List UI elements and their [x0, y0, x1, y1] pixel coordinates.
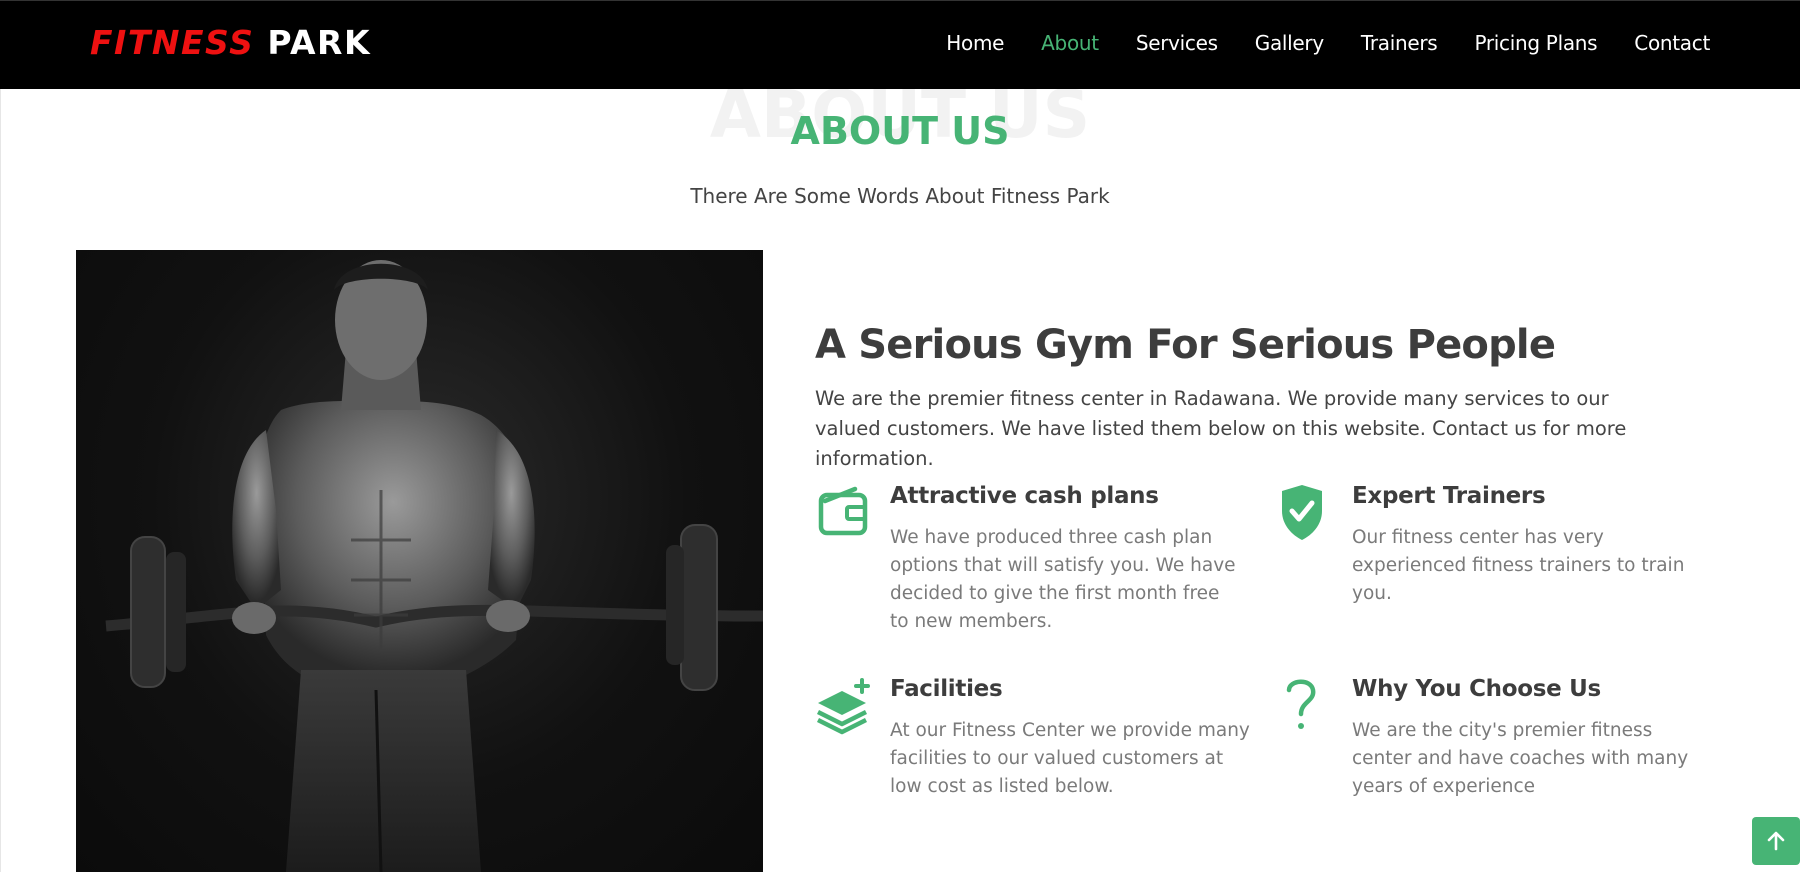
feature-title: Expert Trainers — [1352, 483, 1546, 509]
arrow-up-icon — [1767, 831, 1785, 851]
bodybuilder-photo — [76, 250, 763, 872]
nav-item-trainers[interactable]: Trainers — [1361, 31, 1438, 55]
feature-text: At our Fitness Center we provide many fa… — [890, 720, 1250, 797]
nav-item-services[interactable]: Services — [1136, 31, 1218, 55]
layers-plus-icon — [815, 676, 875, 736]
brand-part-park: PARK — [267, 23, 372, 62]
feature-title: Attractive cash plans — [890, 483, 1159, 509]
nav-item-pricing-plans[interactable]: Pricing Plans — [1474, 31, 1597, 55]
feature-text: We have produced three cash plan options… — [890, 527, 1236, 632]
brand-part-fitness: FITNESS — [90, 23, 255, 62]
feature-text: We are the city's premier fitness center… — [1352, 720, 1689, 797]
section-title: ABOUT US — [790, 109, 1010, 153]
about-heading: A Serious Gym For Serious People — [815, 322, 1556, 368]
nav-item-contact[interactable]: Contact — [1634, 31, 1710, 55]
feature-title: Why You Choose Us — [1352, 676, 1601, 702]
feature-text: Our fitness center has very experienced … — [1352, 527, 1685, 604]
nav-item-gallery[interactable]: Gallery — [1255, 31, 1324, 55]
feature-title: Facilities — [890, 676, 1003, 702]
section-subtitle: There Are Some Words About Fitness Park — [690, 184, 1110, 208]
question-icon — [1277, 676, 1337, 736]
brand-logo[interactable]: FITNESS PARK — [90, 23, 371, 62]
back-to-top-button[interactable] — [1752, 817, 1800, 865]
main-nav: Home About Services Gallery Trainers Pri… — [909, 31, 1710, 55]
nav-item-about[interactable]: About — [1041, 31, 1099, 55]
navbar: FITNESS PARK Home About Services Gallery… — [0, 0, 1800, 89]
bodybuilder-illustration — [105, 260, 763, 872]
wallet-icon — [815, 483, 875, 543]
nav-item-home[interactable]: Home — [946, 31, 1004, 55]
shield-check-icon — [1277, 483, 1337, 543]
about-intro-text: We are the premier fitness center in Rad… — [815, 387, 1627, 470]
